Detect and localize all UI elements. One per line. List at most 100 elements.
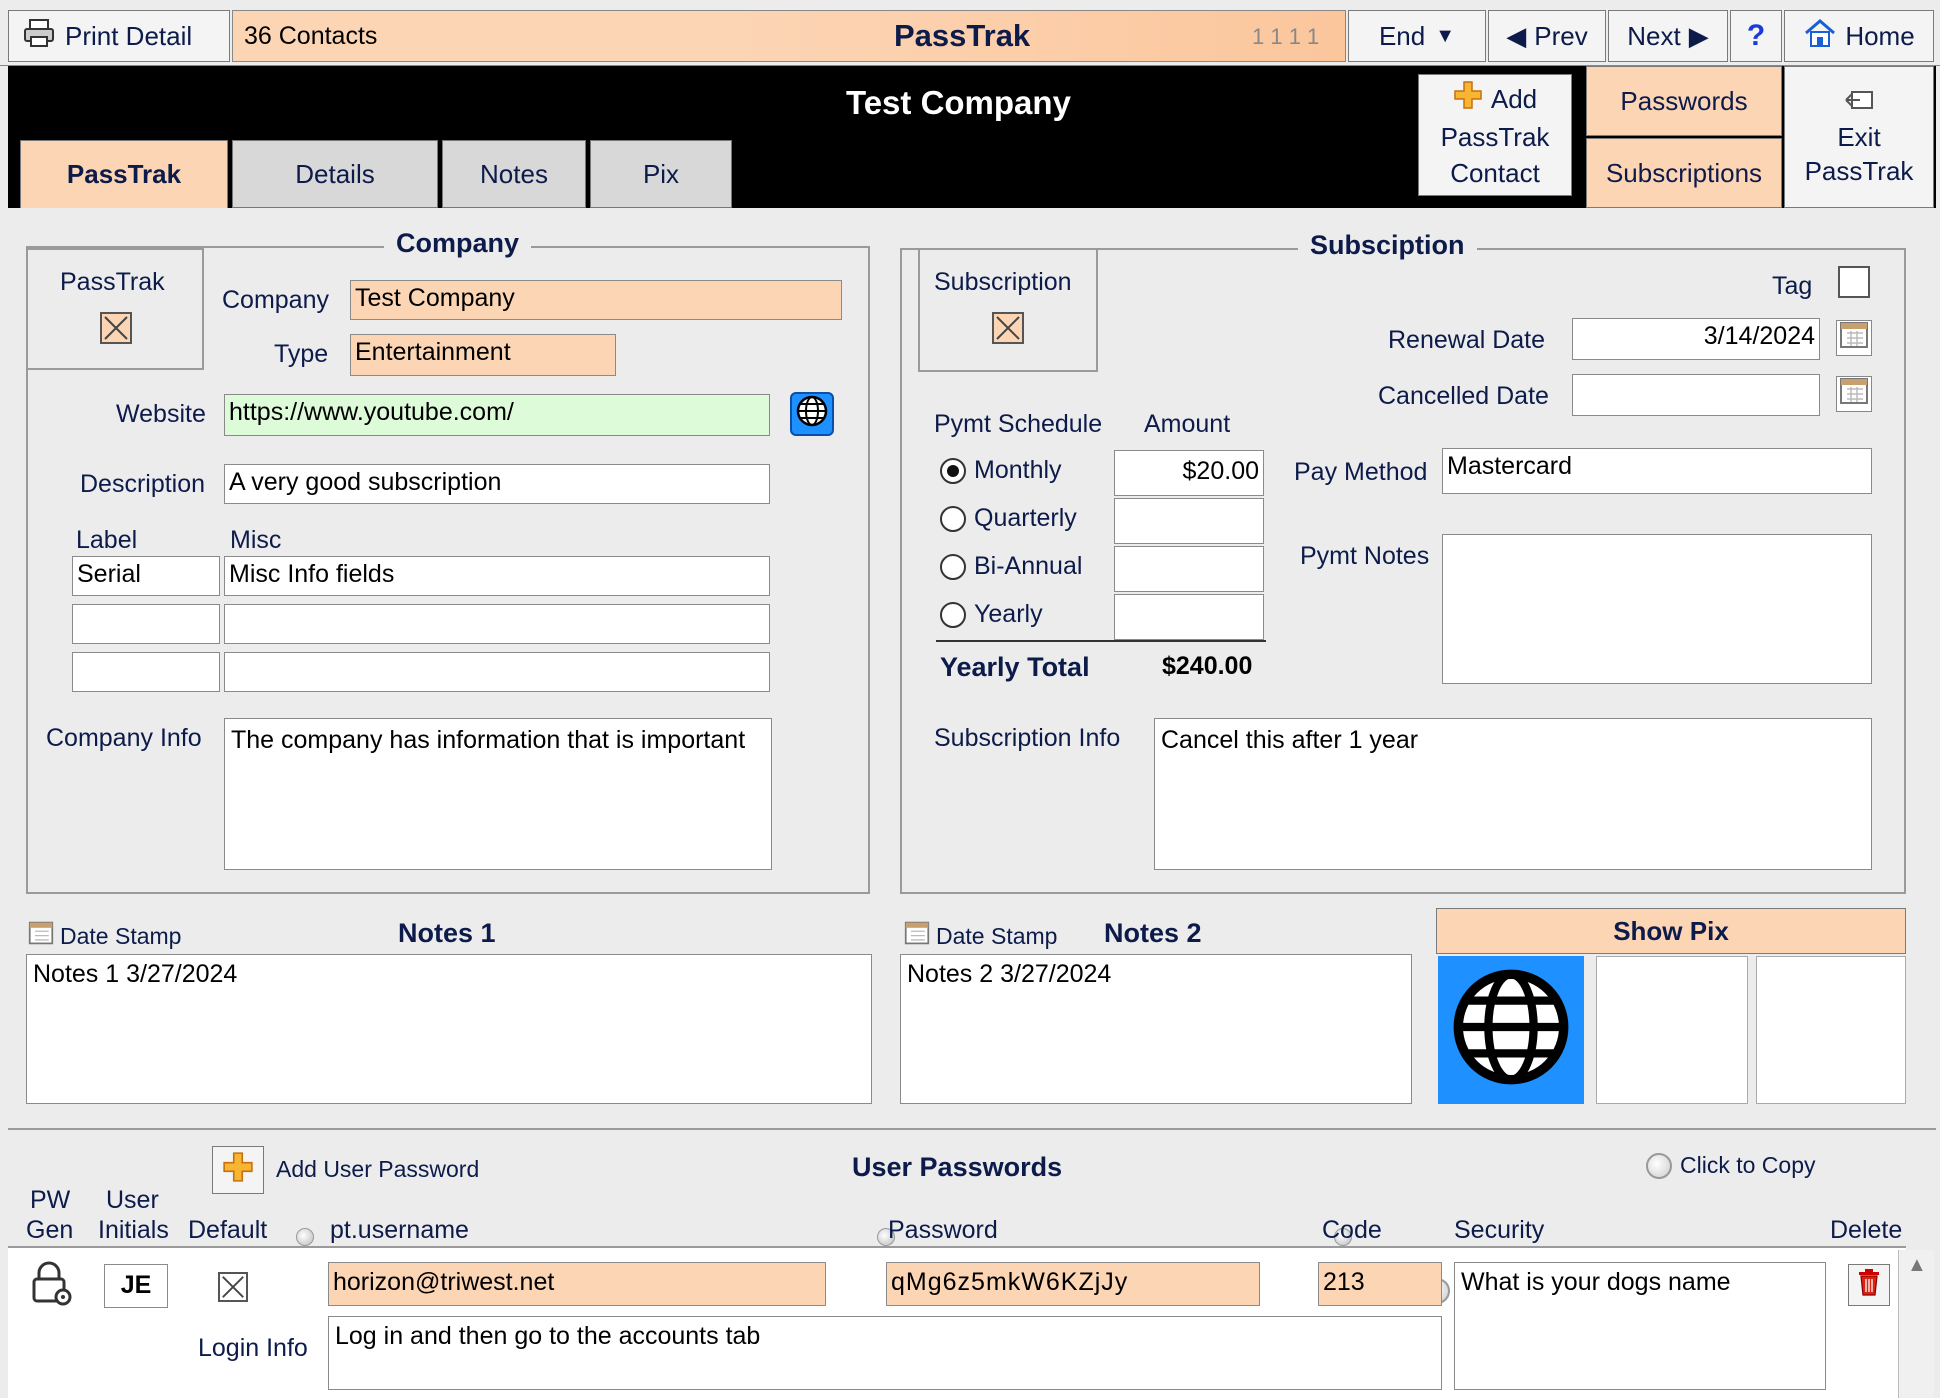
username-field[interactable]: horizon@triwest.net	[328, 1262, 826, 1306]
company-field[interactable]: Test Company	[350, 280, 842, 320]
next-button[interactable]: Next ▶	[1608, 10, 1728, 62]
renewal-calendar-button[interactable]	[1836, 320, 1872, 356]
pix-slot-1[interactable]	[1438, 956, 1584, 1104]
pix-slot-2[interactable]	[1596, 956, 1748, 1104]
pay-method-field[interactable]: Mastercard	[1442, 448, 1872, 494]
date-stamp-1-button[interactable]: Date Stamp	[28, 920, 181, 953]
website-field[interactable]: https://www.youtube.com/	[224, 394, 770, 436]
subscription-flag-box	[918, 248, 1098, 372]
tab-pix[interactable]: Pix	[590, 140, 732, 208]
quarterly-radio[interactable]	[940, 505, 966, 532]
add-user-password-label: Add User Password	[276, 1156, 480, 1182]
misc-value-field-1[interactable]: Misc Info fields	[224, 556, 770, 596]
subscription-checkbox[interactable]	[992, 312, 1024, 344]
biannual-label: Bi-Annual	[974, 552, 1083, 580]
col-initials: Initials	[98, 1216, 169, 1244]
security-field[interactable]: What is your dogs name	[1454, 1262, 1826, 1390]
misc-label-field-2[interactable]	[72, 604, 220, 644]
yearly-radio[interactable]	[940, 601, 966, 628]
tag-checkbox[interactable]	[1838, 266, 1870, 298]
pymt-schedule-header: Pymt Schedule	[934, 410, 1103, 438]
col-gen: Gen	[26, 1216, 74, 1244]
exit-passtrak-button[interactable]: Exit PassTrak	[1784, 66, 1934, 208]
col-username: pt.username	[330, 1216, 469, 1244]
biannual-amount-field[interactable]	[1114, 546, 1264, 592]
schedule-option-yearly[interactable]: Yearly	[940, 600, 1043, 629]
end-button[interactable]: End ▼	[1348, 10, 1486, 62]
show-pix-button[interactable]: Show Pix	[1436, 908, 1906, 954]
pix-slot-3[interactable]	[1756, 956, 1906, 1104]
record-title: Test Company	[846, 84, 1071, 121]
tab-details[interactable]: Details	[232, 140, 438, 208]
schedule-option-biannual[interactable]: Bi-Annual	[940, 552, 1082, 581]
notes2-field[interactable]: Notes 2 3/27/2024	[900, 954, 1412, 1104]
delete-password-button[interactable]	[1848, 1264, 1890, 1306]
add-passtrak-contact-button[interactable]: Add PassTrak Contact	[1418, 74, 1572, 196]
cancelled-date-field[interactable]	[1572, 374, 1820, 416]
subscription-info-label: Subscription Info	[934, 724, 1121, 752]
col-user: User	[106, 1186, 159, 1214]
notes1-field[interactable]: Notes 1 3/27/2024	[26, 954, 872, 1104]
yearly-amount-field[interactable]	[1114, 594, 1264, 640]
notes2-title: Notes 2	[1104, 918, 1202, 948]
add-contact-line1: Add	[1490, 84, 1538, 114]
passwords-button[interactable]: Passwords	[1586, 66, 1782, 136]
company-info-field[interactable]: The company has information that is impo…	[224, 718, 772, 870]
home-label: Home	[1845, 20, 1915, 51]
col-security: Security	[1454, 1216, 1545, 1244]
tag-label: Tag	[1772, 272, 1813, 300]
default-checkbox[interactable]	[218, 1272, 248, 1302]
biannual-radio[interactable]	[940, 553, 966, 580]
home-button[interactable]: Home	[1784, 10, 1934, 62]
description-field[interactable]: A very good subscription	[224, 464, 770, 504]
generate-password-button[interactable]	[26, 1261, 76, 1312]
notes1-title: Notes 1	[398, 918, 496, 948]
schedule-option-quarterly[interactable]: Quarterly	[940, 504, 1077, 533]
type-field[interactable]: Entertainment	[350, 334, 616, 376]
login-info-label: Login Info	[198, 1334, 308, 1362]
prev-button[interactable]: ◀ Prev	[1488, 10, 1606, 62]
username-copy-radio[interactable]	[296, 1228, 314, 1247]
tab-passtrak[interactable]: PassTrak	[20, 140, 228, 208]
subscription-section-title: Subsciption	[1298, 230, 1477, 261]
tab-notes[interactable]: Notes	[442, 140, 586, 208]
monthly-radio[interactable]	[940, 457, 966, 484]
subscription-info-field[interactable]: Cancel this after 1 year	[1154, 718, 1872, 870]
print-detail-button[interactable]: Print Detail	[8, 10, 230, 62]
chevron-down-icon: ▼	[1435, 24, 1456, 47]
end-label: End	[1378, 20, 1426, 51]
add-user-password-button[interactable]	[212, 1146, 264, 1194]
print-detail-label: Print Detail	[65, 20, 193, 51]
monthly-amount-field[interactable]: $20.00	[1114, 450, 1264, 496]
code-field[interactable]: 213	[1318, 1262, 1442, 1306]
misc-label-field-3[interactable]	[72, 652, 220, 692]
passtrak-checkbox[interactable]	[100, 312, 132, 344]
date-stamp-2-button[interactable]: Date Stamp	[904, 920, 1057, 953]
calendar-icon	[904, 920, 930, 953]
exit-line1: Exit	[1837, 122, 1881, 152]
quarterly-label: Quarterly	[974, 504, 1077, 532]
next-arrow-icon: ▶	[1688, 20, 1709, 51]
show-pix-label: Show Pix	[1613, 915, 1729, 946]
user-initials-field[interactable]: JE	[104, 1264, 168, 1308]
help-button[interactable]: ?	[1730, 10, 1782, 62]
misc-value-field-3[interactable]	[224, 652, 770, 692]
misc-value-field-2[interactable]	[224, 604, 770, 644]
misc-label-header: Label	[76, 526, 138, 554]
cancelled-calendar-button[interactable]	[1836, 376, 1872, 412]
scroll-up-icon[interactable]: ▲	[1907, 1254, 1927, 1277]
contacts-count: 36 Contacts	[244, 22, 378, 50]
renewal-date-field[interactable]: 3/14/2024	[1572, 318, 1820, 360]
col-pw: PW	[30, 1186, 71, 1214]
subscriptions-button[interactable]: Subscriptions	[1586, 138, 1782, 208]
misc-label-field-1[interactable]: Serial	[72, 556, 220, 596]
login-info-field[interactable]: Log in and then go to the accounts tab	[328, 1316, 1442, 1390]
schedule-option-monthly[interactable]: Monthly	[940, 456, 1062, 485]
pymt-notes-field[interactable]	[1442, 534, 1872, 684]
scrollbar[interactable]: ▲	[1898, 1250, 1934, 1398]
quarterly-amount-field[interactable]	[1114, 498, 1264, 544]
open-website-button[interactable]	[790, 392, 834, 436]
website-label: Website	[116, 400, 206, 428]
passwords-label: Passwords	[1620, 85, 1748, 116]
password-field[interactable]: qMg6z5mkW6KZjJy	[886, 1262, 1260, 1306]
